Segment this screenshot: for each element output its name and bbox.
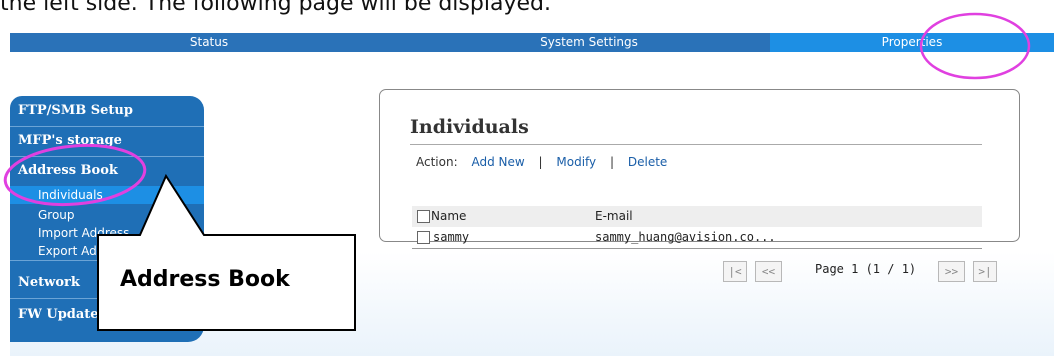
add-new-link[interactable]: Add New: [471, 155, 524, 169]
select-all-checkbox[interactable]: [417, 210, 430, 223]
top-navigation: Status System Settings Properties: [10, 33, 1054, 52]
sidebar-subitem-individuals[interactable]: Individuals: [10, 186, 204, 204]
sidebar-item-ftp-smb-setup[interactable]: FTP/SMB Setup: [10, 96, 204, 127]
tab-system-settings[interactable]: System Settings: [408, 33, 770, 52]
action-bar: Action: Add New | Modify | Delete: [416, 155, 667, 169]
first-page-button[interactable]: |<: [723, 261, 747, 282]
row-name: sammy: [433, 230, 470, 244]
sidebar: FTP/SMB Setup MFP's storage Address Book…: [10, 96, 204, 342]
column-header-name[interactable]: Name: [431, 209, 466, 223]
action-label: Action:: [416, 155, 458, 169]
row-email: sammy_huang@avision.co...: [595, 230, 776, 244]
next-page-button[interactable]: >>: [938, 261, 965, 282]
sidebar-subitem-export-address[interactable]: Export Address: [10, 242, 204, 261]
panel-title: Individuals: [410, 116, 529, 138]
last-page-button[interactable]: >|: [973, 261, 997, 282]
tab-status[interactable]: Status: [10, 33, 408, 52]
page-indicator: Page 1 (1 / 1): [815, 262, 917, 276]
modify-link[interactable]: Modify: [556, 155, 596, 169]
row-checkbox[interactable]: [417, 231, 430, 244]
table-header: Name E-mail: [412, 206, 982, 227]
sidebar-item-mfp-storage[interactable]: MFP's storage: [10, 126, 204, 157]
tab-properties[interactable]: Properties: [770, 33, 1054, 52]
callout-label: Address Book: [120, 267, 290, 292]
column-header-email[interactable]: E-mail: [595, 209, 633, 223]
sidebar-item-fw-update[interactable]: FW Update: [10, 300, 204, 330]
sidebar-item-address-book[interactable]: Address Book: [10, 156, 204, 186]
sidebar-subitem-import-address[interactable]: Import Address: [10, 224, 204, 242]
previous-page-button[interactable]: <<: [755, 261, 782, 282]
action-separator: |: [609, 155, 615, 169]
document-text-line: the left side. The following page will b…: [0, 0, 551, 16]
table-row[interactable]: sammy sammy_huang@avision.co...: [412, 227, 982, 249]
action-separator: |: [538, 155, 543, 169]
sidebar-subitem-group[interactable]: Group: [10, 206, 204, 224]
delete-link[interactable]: Delete: [628, 155, 667, 169]
title-divider: [410, 144, 982, 145]
